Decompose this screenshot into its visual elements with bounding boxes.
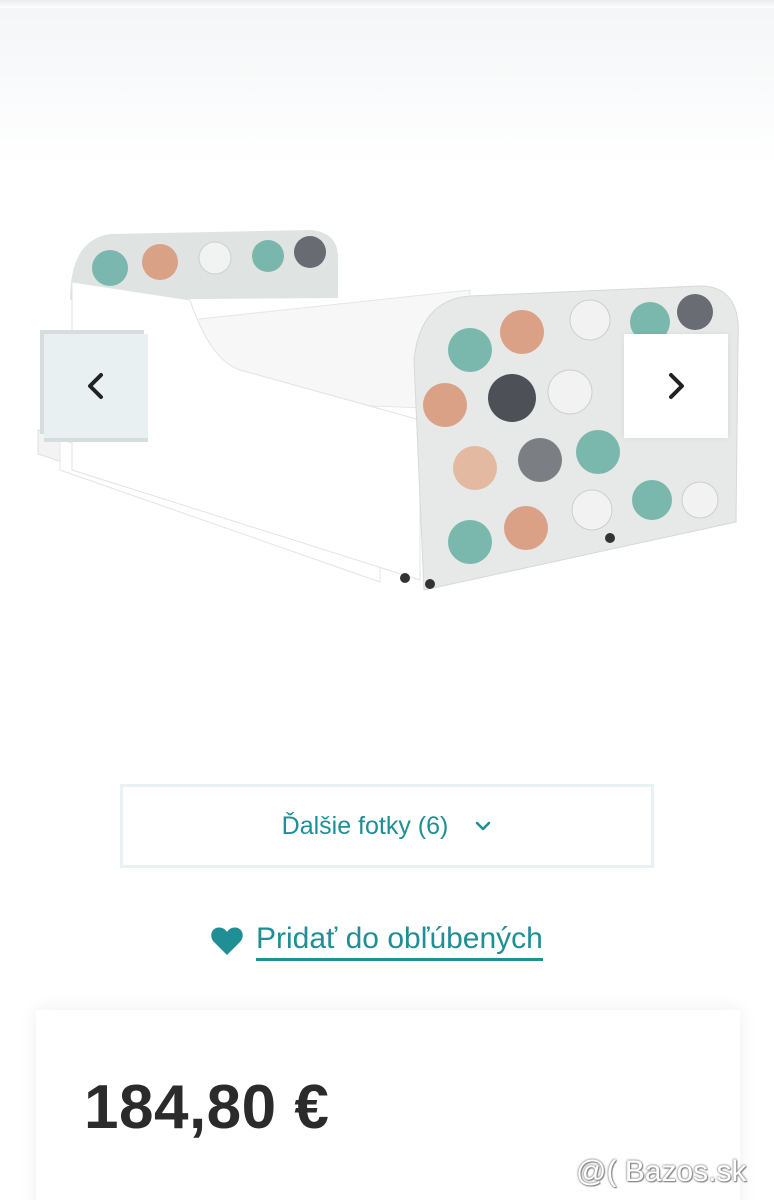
image-backdrop: [0, 8, 774, 168]
heart-icon: [210, 926, 244, 956]
add-to-favorites-link[interactable]: Pridať do obľúbených: [210, 916, 543, 966]
gallery-next-button[interactable]: [624, 334, 728, 438]
chevron-right-icon: [669, 373, 684, 399]
gallery-prev-button[interactable]: [44, 334, 148, 438]
product-price: 184,80 €: [84, 1073, 330, 1142]
more-photos-button[interactable]: Ďalšie fotky (6): [120, 784, 654, 868]
bazos-watermark: @( Bazos.sk: [576, 1155, 747, 1188]
chevron-down-icon: [474, 820, 492, 832]
add-to-favorites-label: Pridať do obľúbených: [256, 922, 543, 961]
more-photos-label: Ďalšie fotky (6): [281, 811, 449, 840]
top-divider: [0, 0, 774, 8]
chevron-left-icon: [88, 373, 103, 399]
product-gallery: [0, 170, 774, 630]
